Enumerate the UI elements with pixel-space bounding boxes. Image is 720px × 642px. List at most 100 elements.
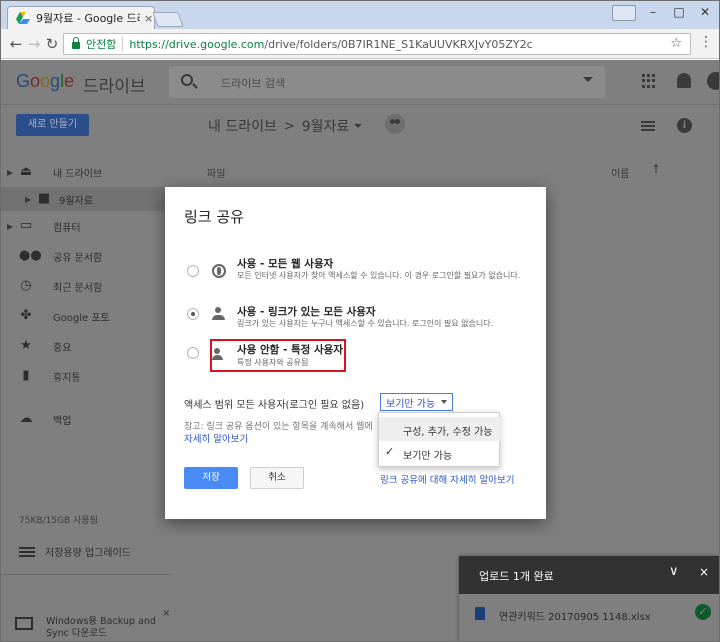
browser-menu-icon[interactable]: ⋮ bbox=[699, 34, 713, 50]
chevron-down-icon[interactable]: ∨ bbox=[669, 564, 679, 579]
uploaded-file-name: 연관키워드 20170905 1148.xlsx bbox=[499, 612, 651, 623]
link-sharing-dialog: 링크 공유 사용 - 모든 웹 사용자 모든 인터넷 사용자가 찾아 액세스할 … bbox=[165, 187, 546, 519]
column-header-name[interactable]: 이름 bbox=[611, 165, 629, 180]
cancel-button[interactable]: 취소 bbox=[250, 467, 304, 489]
access-level-dropdown: 구성, 추가, 수정 가능 ✓ 보기만 가능 bbox=[378, 412, 501, 467]
save-button[interactable]: 저장 bbox=[184, 467, 238, 489]
drive-favicon-icon bbox=[16, 12, 30, 24]
sidebar-item-photos[interactable]: ✤ Google 포토 bbox=[1, 304, 171, 328]
radio-public[interactable] bbox=[187, 265, 199, 277]
url-path: /drive/folders/0B7IR1NE_S1KaUUVKRXJvY05Z… bbox=[264, 37, 533, 51]
red-highlight-box bbox=[210, 339, 346, 372]
shared-icon: ●● bbox=[19, 248, 42, 263]
sidebar-item-computers[interactable]: ▶ ▭ 컴퓨터 bbox=[1, 214, 171, 238]
search-input[interactable]: 드라이브 검색 bbox=[221, 75, 285, 91]
drive-subheader: 새로 만들기 내 드라이브 > 9월자료 i bbox=[1, 106, 719, 146]
checkmark-icon: ✓ bbox=[385, 445, 395, 458]
radio-anyone-with-link[interactable] bbox=[187, 308, 199, 320]
sidebar-item-label: 컴퓨터 bbox=[53, 222, 81, 234]
backup-line-1: Windows용 Backup and bbox=[46, 616, 156, 627]
reload-icon[interactable]: ↻ bbox=[43, 35, 61, 53]
avatar[interactable] bbox=[707, 72, 719, 90]
google-logo[interactable]: Google bbox=[16, 71, 74, 92]
expand-arrow-icon[interactable]: ▶ bbox=[7, 168, 13, 177]
radio-specific-people[interactable] bbox=[187, 347, 199, 359]
sidebar-item-shared[interactable]: ●● 공유 문서함 bbox=[1, 244, 171, 268]
apps-grid-icon[interactable] bbox=[642, 74, 656, 88]
access-level-select[interactable]: 보기만 가능 bbox=[380, 393, 454, 411]
breadcrumb-current[interactable]: 9월자료 bbox=[302, 116, 350, 136]
star-icon: ★ bbox=[20, 338, 32, 353]
sidebar-item-recent[interactable]: ◷ 최근 문서함 bbox=[1, 274, 171, 298]
sidebar-item-backups[interactable]: ☁ 백업 bbox=[1, 407, 171, 431]
upgrade-label: 저장용량 업그레이드 bbox=[45, 548, 131, 559]
list-view-icon[interactable] bbox=[641, 121, 655, 131]
sidebar-item-starred[interactable]: ★ 중요 bbox=[1, 334, 171, 358]
dropdown-option-edit[interactable]: 구성, 추가, 수정 가능 bbox=[379, 417, 501, 441]
url-host: https://drive.google.com bbox=[129, 37, 265, 51]
back-icon[interactable]: ← bbox=[7, 35, 25, 53]
upload-item[interactable]: 연관키워드 20170905 1148.xlsx ✓ bbox=[459, 594, 719, 641]
browser-window: 9월자료 - Google 드라이 × – □ ✕ ← → ↻ 안전함 http… bbox=[0, 0, 720, 642]
dropdown-option-label: 보기만 가능 bbox=[403, 451, 453, 462]
drive-header: Google 드라이브 드라이브 검색 bbox=[1, 60, 719, 105]
cloud-icon: ☁ bbox=[19, 411, 33, 426]
close-icon[interactable]: × bbox=[162, 608, 170, 619]
sidebar-item-trash[interactable]: ▮ 휴지통 bbox=[1, 364, 171, 388]
sidebar-item-my-drive[interactable]: ▶ ⏏ 내 드라이브 bbox=[1, 160, 171, 184]
sidebar-item-label: 최근 문서함 bbox=[53, 282, 103, 294]
dropdown-option-view-only[interactable]: ✓ 보기만 가능 bbox=[379, 441, 501, 465]
upgrade-storage-link[interactable]: 저장용량 업그레이드 bbox=[19, 544, 131, 559]
tab-title: 9월자료 - Google 드라이 bbox=[36, 12, 140, 25]
learn-more-link-sharing[interactable]: 링크 공유에 대해 자세히 알아보기 bbox=[380, 472, 514, 486]
close-icon[interactable]: × bbox=[699, 565, 709, 579]
sidebar-item-9-folder[interactable]: ▶ ■ 9월자료 bbox=[1, 187, 171, 211]
breadcrumb-chevron-icon: > bbox=[283, 118, 295, 134]
drive-icon: ⏏ bbox=[19, 164, 33, 179]
shared-people-icon[interactable] bbox=[385, 114, 405, 134]
sort-arrow-icon[interactable]: ↑ bbox=[651, 162, 661, 176]
sidebar: ▶ ⏏ 내 드라이브 ▶ ■ 9월자료 ▶ ▭ 컴퓨터 ●● 공유 문서함 ◷ … bbox=[1, 147, 171, 641]
option-description: 링크가 있는 사용자는 누구나 액세스할 수 있습니다. 로그인이 필요 없습니… bbox=[237, 319, 494, 328]
profile-button[interactable] bbox=[612, 5, 636, 21]
breadcrumb: 내 드라이브 > 9월자료 bbox=[208, 116, 363, 136]
notifications-icon[interactable] bbox=[677, 73, 691, 88]
check-circle-icon: ✓ bbox=[695, 604, 711, 620]
new-button[interactable]: 새로 만들기 bbox=[16, 114, 89, 136]
folder-menu-caret-icon[interactable] bbox=[354, 124, 363, 128]
learn-more-link[interactable]: 자세히 알아보기 bbox=[184, 431, 248, 445]
sidebar-item-label: 백업 bbox=[53, 415, 72, 427]
dialog-title: 링크 공유 bbox=[184, 208, 244, 226]
search-options-icon[interactable] bbox=[583, 77, 593, 82]
info-icon[interactable]: i bbox=[677, 118, 692, 133]
monitor-icon bbox=[15, 617, 33, 630]
backup-promo: Windows용 Backup and Sync 다운로드 × bbox=[1, 574, 171, 641]
secure-label: 안전함 bbox=[86, 38, 117, 51]
backup-promo-text[interactable]: Windows용 Backup and Sync 다운로드 bbox=[46, 616, 156, 640]
maximize-window-icon[interactable]: □ bbox=[669, 5, 689, 21]
sidebar-item-label: 내 드라이브 bbox=[53, 168, 103, 180]
drive-product-name[interactable]: 드라이브 bbox=[83, 72, 146, 97]
expand-arrow-icon[interactable]: ▶ bbox=[7, 222, 13, 231]
new-tab-button[interactable] bbox=[152, 12, 184, 27]
minimize-window-icon[interactable]: – bbox=[643, 5, 663, 21]
browser-tab[interactable]: 9월자료 - Google 드라이 × bbox=[7, 6, 155, 29]
address-bar[interactable]: 안전함 https://drive.google.com/drive/folde… bbox=[63, 33, 691, 55]
photos-icon: ✤ bbox=[20, 308, 32, 323]
link-person-icon bbox=[212, 307, 226, 321]
upload-panel-header: 업로드 1개 완료 ∨ × bbox=[459, 556, 719, 594]
forward-icon[interactable]: → bbox=[25, 35, 43, 53]
sidebar-item-label: Google 포토 bbox=[53, 312, 110, 324]
access-level-value: 보기만 가능 bbox=[386, 398, 436, 410]
close-window-icon[interactable]: ✕ bbox=[695, 5, 715, 21]
bookmark-star-icon[interactable]: ☆ bbox=[670, 36, 682, 51]
sidebar-item-label: 9월자료 bbox=[59, 195, 93, 207]
search-box[interactable]: 드라이브 검색 bbox=[169, 66, 605, 98]
breadcrumb-root[interactable]: 내 드라이브 bbox=[208, 116, 277, 136]
option-title: 사용 - 모든 웹 사용자 bbox=[237, 258, 334, 270]
upload-panel: 업로드 1개 완료 ∨ × 연관키워드 20170905 1148.xlsx ✓ bbox=[459, 556, 719, 641]
expand-arrow-icon[interactable]: ▶ bbox=[25, 195, 31, 204]
folder-icon: ■ bbox=[37, 191, 51, 206]
search-icon[interactable] bbox=[181, 74, 193, 86]
tab-strip: 9월자료 - Google 드라이 × – □ ✕ bbox=[1, 1, 719, 29]
